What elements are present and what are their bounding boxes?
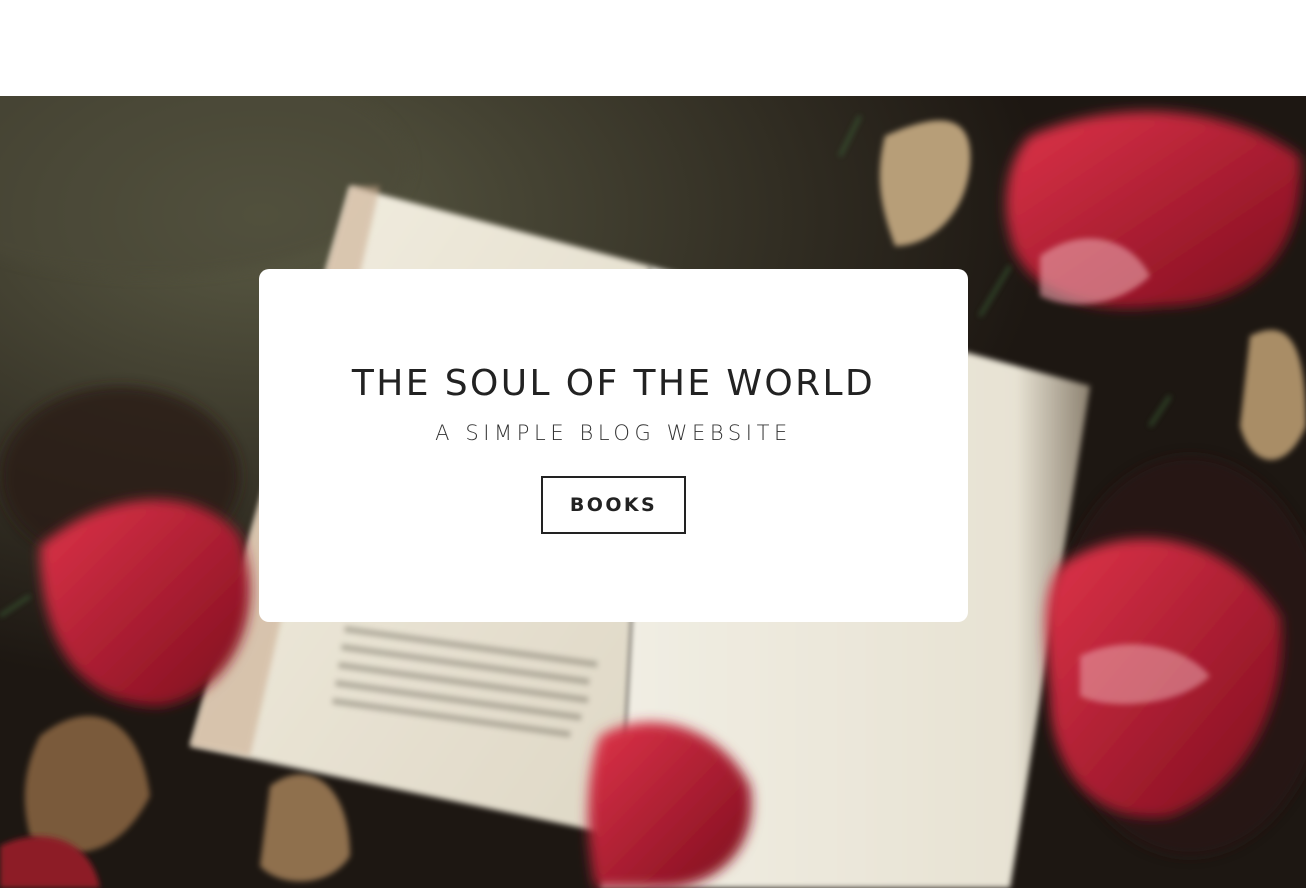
hero-card: THE SOUL OF THE WORLD A SIMPLE BLOG WEBS…: [259, 269, 968, 622]
site-title: THE SOUL OF THE WORLD: [351, 363, 876, 404]
books-button[interactable]: BOOKS: [541, 476, 686, 534]
site-subtitle: A SIMPLE BLOG WEBSITE: [435, 421, 792, 445]
top-header-bar: [0, 0, 1306, 96]
